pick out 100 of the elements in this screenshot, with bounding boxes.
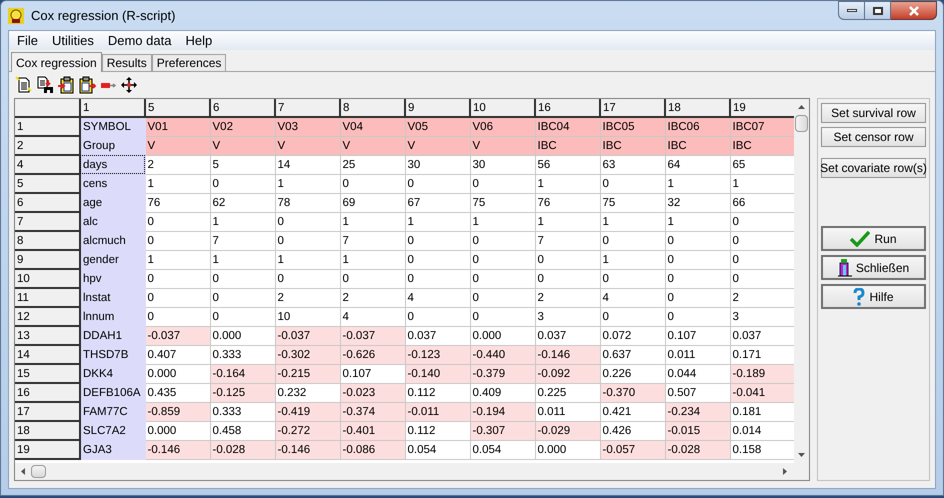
- column-header[interactable]: 10: [470, 99, 535, 117]
- new-document-icon[interactable]: [15, 76, 33, 94]
- column-header[interactable]: 19: [730, 99, 794, 117]
- column-header[interactable]: 16: [535, 99, 600, 117]
- move-arrows-icon[interactable]: [120, 76, 138, 94]
- minimize-button[interactable]: [838, 1, 865, 20]
- tab[interactable]: Results: [102, 54, 152, 71]
- row-header[interactable]: 1: [15, 117, 80, 136]
- row-header[interactable]: 18: [15, 421, 80, 440]
- row-label-cell: DKK4: [80, 364, 145, 383]
- scroll-up-icon[interactable]: [797, 103, 806, 112]
- column-header[interactable]: 17: [600, 99, 665, 117]
- row-header[interactable]: 6: [15, 193, 80, 212]
- scroll-right-icon[interactable]: [780, 467, 789, 476]
- close-button[interactable]: [891, 1, 937, 20]
- table-cell: 0.037: [405, 326, 470, 345]
- table-cell: -0.015: [665, 421, 730, 440]
- table-cell: -0.234: [665, 402, 730, 421]
- tab[interactable]: Cox regression: [11, 52, 102, 72]
- table-cell: -0.164: [210, 364, 275, 383]
- table-cell: 0.054: [405, 440, 470, 459]
- menu-item[interactable]: Help: [179, 30, 218, 50]
- table-cell: 0.037: [730, 326, 794, 345]
- table-cell: 1: [145, 174, 210, 193]
- table-cell: 1: [340, 250, 405, 269]
- table-cell: V01: [145, 117, 210, 136]
- row-header[interactable]: 12: [15, 307, 80, 326]
- table-cell: 0.072: [600, 326, 665, 345]
- table-cell: V: [470, 136, 535, 155]
- table-cell: V02: [210, 117, 275, 136]
- clipboard-import-icon[interactable]: [57, 76, 75, 94]
- action-button[interactable]: Set survival row: [821, 103, 926, 123]
- vertical-scrollbar[interactable]: [794, 99, 809, 463]
- table-cell: 69: [340, 193, 405, 212]
- table-cell: 0: [145, 288, 210, 307]
- table-cell: 0: [665, 288, 730, 307]
- row-header[interactable]: 16: [15, 383, 80, 402]
- menu-item[interactable]: File: [11, 30, 44, 50]
- table-cell: IBC06: [665, 117, 730, 136]
- row-header[interactable]: 9: [15, 250, 80, 269]
- table-cell: V03: [275, 117, 340, 136]
- table-cell: 76: [535, 193, 600, 212]
- table-cell: -0.028: [210, 440, 275, 459]
- row-header[interactable]: 17: [15, 402, 80, 421]
- row-header[interactable]: 10: [15, 269, 80, 288]
- table-cell: 0.158: [730, 440, 794, 459]
- table-cell: 56: [535, 155, 600, 174]
- maximize-button[interactable]: [865, 1, 891, 20]
- table-cell: 75: [600, 193, 665, 212]
- row-header[interactable]: 14: [15, 345, 80, 364]
- table-cell: 1: [145, 250, 210, 269]
- row-header[interactable]: 2: [15, 136, 80, 155]
- table-cell: 75: [470, 193, 535, 212]
- scroll-down-icon[interactable]: [797, 450, 806, 459]
- table-cell: 1: [405, 212, 470, 231]
- row-header[interactable]: 8: [15, 231, 80, 250]
- column-header[interactable]: 6: [210, 99, 275, 117]
- app-logo-icon: [7, 6, 25, 24]
- column-header[interactable]: 8: [340, 99, 405, 117]
- action-button[interactable]: Run: [821, 226, 926, 251]
- horizontal-scrollbar[interactable]: [15, 463, 809, 480]
- table-cell: -0.037: [275, 326, 340, 345]
- table-cell: 0.409: [470, 383, 535, 402]
- row-label-cell: SYMBOL: [80, 117, 145, 136]
- table-cell: 64: [665, 155, 730, 174]
- scroll-thumb[interactable]: [795, 115, 808, 132]
- table-cell: 1: [665, 212, 730, 231]
- table-cell: 0: [730, 250, 794, 269]
- column-header[interactable]: 1: [80, 99, 145, 117]
- table-cell: 0.225: [535, 383, 600, 402]
- table-cell: 1: [275, 250, 340, 269]
- action-button[interactable]: Set covariate row(s): [821, 158, 926, 178]
- row-label-cell: SLC7A2: [80, 421, 145, 440]
- column-header[interactable]: 5: [145, 99, 210, 117]
- action-button[interactable]: Hilfe: [821, 284, 926, 309]
- row-header[interactable]: 19: [15, 440, 80, 459]
- row-header[interactable]: 5: [15, 174, 80, 193]
- table-cell: 0.014: [730, 421, 794, 440]
- row-header[interactable]: 4: [15, 155, 80, 174]
- menu-item[interactable]: Demo data: [102, 30, 178, 50]
- column-header[interactable]: 7: [275, 99, 340, 117]
- clipboard-export-icon[interactable]: [78, 76, 96, 94]
- table-cell: 5: [210, 155, 275, 174]
- action-button[interactable]: Schließen: [821, 255, 926, 280]
- scroll-left-icon[interactable]: [19, 467, 28, 476]
- scroll-thumb[interactable]: [31, 465, 46, 478]
- row-header[interactable]: 7: [15, 212, 80, 231]
- menu-item[interactable]: Utilities: [46, 30, 100, 50]
- row-header[interactable]: 13: [15, 326, 80, 345]
- tab[interactable]: Preferences: [152, 54, 226, 71]
- column-header[interactable]: 9: [405, 99, 470, 117]
- save-document-icon[interactable]: [36, 76, 54, 94]
- row-label-cell: alc: [80, 212, 145, 231]
- table-cell: 0: [600, 269, 665, 288]
- column-header[interactable]: 18: [665, 99, 730, 117]
- table-cell: -0.037: [145, 326, 210, 345]
- row-header[interactable]: 11: [15, 288, 80, 307]
- row-header[interactable]: 15: [15, 364, 80, 383]
- action-button[interactable]: Set censor row: [821, 127, 926, 147]
- table-cell: 0: [470, 307, 535, 326]
